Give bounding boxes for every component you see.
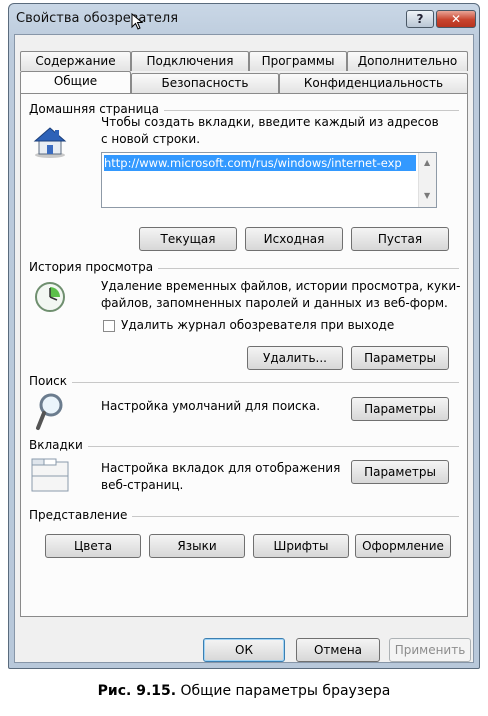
history-settings-button[interactable]: Параметры bbox=[351, 346, 449, 370]
tab-advanced[interactable]: Дополнительно bbox=[347, 51, 468, 71]
close-button[interactable]: ✕ bbox=[436, 10, 476, 28]
tab-general[interactable]: Общие bbox=[20, 71, 131, 93]
figure-caption: Рис. 9.15. Общие параметры браузера bbox=[0, 683, 488, 699]
scroll-up-icon[interactable]: ▲ bbox=[424, 158, 430, 167]
languages-button[interactable]: Языки bbox=[149, 534, 245, 558]
cancel-button[interactable]: Отмена bbox=[296, 638, 380, 662]
history-group-title: История просмотра bbox=[29, 260, 159, 274]
tab-connections[interactable]: Подключения bbox=[131, 51, 249, 71]
dialog-client-area: Содержание Подключения Программы Дополни… bbox=[14, 34, 474, 663]
tabs-settings-button[interactable]: Параметры bbox=[351, 460, 449, 484]
search-settings-button[interactable]: Параметры bbox=[351, 397, 449, 421]
group-divider bbox=[29, 446, 459, 447]
textarea-scrollbar[interactable]: ▲ ▼ bbox=[418, 153, 436, 207]
help-button[interactable]: ? bbox=[406, 10, 434, 28]
delete-history-on-exit-label[interactable]: Удалить журнал обозревателя при выходе bbox=[121, 317, 394, 334]
apply-button[interactable]: Применить bbox=[389, 638, 471, 662]
search-description: Настройка умолчаний для поиска. bbox=[101, 399, 321, 413]
delete-history-button[interactable]: Удалить... bbox=[247, 346, 343, 370]
title-bar[interactable]: Свойства обозревателя ? ✕ bbox=[9, 4, 479, 34]
history-description: Удаление временных файлов, истории просм… bbox=[101, 279, 461, 310]
tab-programs[interactable]: Программы bbox=[249, 51, 347, 71]
use-blank-button[interactable]: Пустая bbox=[351, 227, 449, 251]
tabs-icon bbox=[31, 458, 69, 492]
history-clock-icon bbox=[35, 282, 65, 312]
figure-number: Рис. 9.15. bbox=[97, 683, 177, 699]
home-page-url: http://www.microsoft.com/rus/windows/int… bbox=[104, 155, 416, 171]
search-group-title: Поиск bbox=[29, 374, 73, 388]
home-instruction: Чтобы создать вкладки, введите каждый из… bbox=[101, 115, 439, 146]
appearance-group-title: Представление bbox=[29, 508, 133, 522]
general-tab-panel: Домашняя страница Чтобы создать вкладки,… bbox=[20, 93, 468, 617]
ok-button[interactable]: ОК bbox=[203, 638, 285, 662]
window-title: Свойства обозревателя bbox=[16, 11, 179, 26]
search-magnifier-icon bbox=[36, 393, 63, 430]
tab-privacy[interactable]: Конфиденциальность bbox=[279, 73, 468, 93]
use-current-button[interactable]: Текущая bbox=[139, 227, 237, 251]
group-divider bbox=[29, 382, 459, 383]
mouse-cursor-icon bbox=[131, 13, 144, 30]
colors-button[interactable]: Цвета bbox=[45, 534, 141, 558]
home-page-textarea[interactable]: http://www.microsoft.com/rus/windows/int… bbox=[101, 152, 437, 208]
tabs-description: Настройка вкладок для отображения веб-ст… bbox=[101, 461, 341, 492]
tab-content[interactable]: Содержание bbox=[20, 51, 131, 71]
use-default-button[interactable]: Исходная bbox=[245, 227, 343, 251]
scroll-down-icon[interactable]: ▼ bbox=[424, 191, 430, 200]
delete-history-on-exit-checkbox[interactable] bbox=[103, 320, 115, 332]
accessibility-button[interactable]: Оформление bbox=[355, 534, 451, 558]
tab-security[interactable]: Безопасность bbox=[131, 73, 279, 93]
tabs-group-title: Вкладки bbox=[29, 438, 88, 452]
home-icon bbox=[33, 127, 67, 158]
fonts-button[interactable]: Шрифты bbox=[253, 534, 349, 558]
figure-caption-text: Общие параметры браузера bbox=[180, 683, 391, 699]
dialog-window: Свойства обозревателя ? ✕ Содержание Под… bbox=[8, 3, 480, 669]
